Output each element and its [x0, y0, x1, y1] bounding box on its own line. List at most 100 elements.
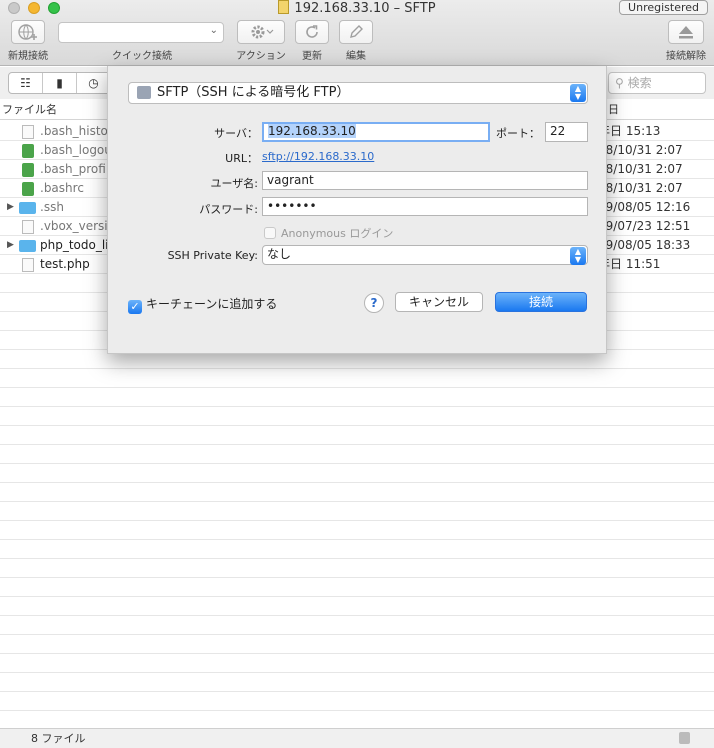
anonymous-login-checkbox[interactable]: Anonymous ログイン [264, 225, 393, 241]
disclosure-triangle-icon[interactable]: ▶ [7, 198, 14, 217]
new-connection-button[interactable] [11, 20, 45, 44]
anonymous-login-label: Anonymous ログイン [281, 227, 394, 240]
password-field[interactable]: ••••••• [262, 197, 588, 216]
edit-button[interactable] [339, 20, 373, 44]
empty-row [0, 635, 714, 654]
file-date: 年日 11:51 [598, 257, 661, 271]
file-count: 8 ファイル [31, 732, 86, 745]
empty-row [0, 388, 714, 407]
add-to-keychain-label: キーチェーンに追加する [146, 297, 278, 311]
help-button[interactable]: ? [364, 293, 384, 313]
file-name: test.php [40, 257, 90, 271]
shell-script-icon [22, 144, 34, 158]
unregistered-badge[interactable]: Unregistered [619, 0, 708, 15]
action-label: アクション [236, 51, 286, 62]
popup-arrows-icon: ▲ ▼ [570, 84, 586, 102]
window-title: 192.168.33.10 – SFTP [0, 0, 714, 17]
private-key-label: SSH Private Key: [167, 249, 258, 262]
quick-connect-label: クイック接続 [112, 51, 172, 62]
refresh-icon [306, 25, 318, 38]
lock-icon [679, 732, 690, 744]
empty-row [0, 578, 714, 597]
pencil-icon [350, 25, 363, 38]
magnifier-icon: ⚲ [615, 76, 624, 90]
disconnect-button[interactable] [668, 20, 704, 44]
empty-row [0, 407, 714, 426]
status-bar: 8 ファイル [0, 728, 714, 748]
shell-script-icon [22, 163, 34, 177]
window-title-text: 192.168.33.10 – SFTP [294, 1, 436, 16]
protocol-select[interactable]: SFTP（SSH による暗号化 FTP） ▲ ▼ [128, 82, 588, 104]
empty-row [0, 521, 714, 540]
file-name: .bash_histor [40, 124, 113, 138]
folder-icon [19, 240, 36, 252]
empty-row [0, 483, 714, 502]
port-label: ポート： [496, 127, 540, 140]
empty-row [0, 559, 714, 578]
doc-icon [22, 220, 34, 234]
server-label: サーバ： [214, 127, 258, 140]
search-input[interactable]: ⚲ 検索 [608, 72, 706, 94]
disclosure-triangle-icon[interactable]: ▶ [7, 236, 14, 255]
folder-icon [19, 202, 36, 214]
edit-label: 編集 [346, 51, 366, 62]
file-date: 19/08/05 12:16 [598, 200, 691, 214]
password-label: パスワード: [199, 203, 258, 216]
new-connection-label: 新規接続 [8, 51, 48, 62]
server-value: 192.168.33.10 [268, 124, 356, 138]
quick-connect-select[interactable]: ⌄ [58, 22, 224, 43]
checkmark-icon: ✓ [128, 300, 142, 314]
server-field[interactable]: 192.168.33.10 [262, 122, 490, 142]
cancel-button[interactable]: キャンセル [395, 292, 483, 312]
private-key-value: なし [267, 247, 292, 261]
date-column-header[interactable]: 日 [608, 99, 619, 120]
port-field[interactable]: 22 [545, 122, 588, 142]
file-name: .bashrc [40, 181, 84, 195]
url-label: URL： [225, 152, 258, 165]
outline-view-icon[interactable]: ☷ [9, 73, 43, 93]
file-name: .bash_logou [40, 143, 112, 157]
empty-row [0, 502, 714, 521]
empty-row [0, 426, 714, 445]
shell-script-icon [22, 182, 34, 196]
bookmarks-icon[interactable]: ▮ [43, 73, 77, 93]
refresh-button[interactable] [295, 20, 329, 44]
empty-row [0, 597, 714, 616]
file-name: .vbox_versio [40, 219, 115, 233]
file-name: .ssh [40, 200, 64, 214]
empty-row [0, 616, 714, 635]
file-date: 18/10/31 2:07 [598, 162, 683, 176]
window-toolbar: 192.168.33.10 – SFTP Unregistered 新規接続 ⌄… [0, 0, 714, 66]
empty-row [0, 540, 714, 559]
view-mode-segmented-control: ☷ ▮ ◷ [8, 72, 112, 94]
username-label: ユーザ名: [210, 177, 259, 190]
file-name: php_todo_lis [40, 238, 115, 252]
checkbox-empty-icon [264, 227, 276, 239]
private-key-select[interactable]: なし ▲ ▼ [262, 245, 588, 265]
username-field[interactable]: vagrant [262, 171, 588, 190]
file-date: 18/10/31 2:07 [598, 181, 683, 195]
popup-arrows-icon: ▲ ▼ [570, 247, 586, 265]
url-link[interactable]: sftp://192.168.33.10 [262, 150, 374, 163]
connect-button[interactable]: 接続 [495, 292, 587, 312]
file-date: 年日 15:13 [598, 124, 661, 138]
doc-icon [22, 258, 34, 272]
eject-icon [679, 26, 693, 39]
doc-icon [22, 125, 34, 139]
filename-column-header[interactable]: ファイル名 [2, 99, 57, 120]
action-menu-button[interactable] [237, 20, 285, 44]
add-to-keychain-checkbox[interactable]: ✓ キーチェーンに追加する [128, 295, 277, 314]
chevron-down-icon: ⌄ [209, 25, 218, 36]
globe-plus-icon [18, 24, 37, 40]
empty-row [0, 464, 714, 483]
empty-row [0, 692, 714, 711]
refresh-label: 更新 [302, 51, 322, 62]
file-date: 19/07/23 12:51 [598, 219, 691, 233]
gear-icon [251, 25, 274, 39]
file-name: .bash_profile [40, 162, 117, 176]
history-clock-icon[interactable]: ◷ [77, 73, 111, 93]
file-date: 18/10/31 2:07 [598, 143, 683, 157]
empty-row [0, 654, 714, 673]
empty-row [0, 445, 714, 464]
empty-row [0, 369, 714, 388]
